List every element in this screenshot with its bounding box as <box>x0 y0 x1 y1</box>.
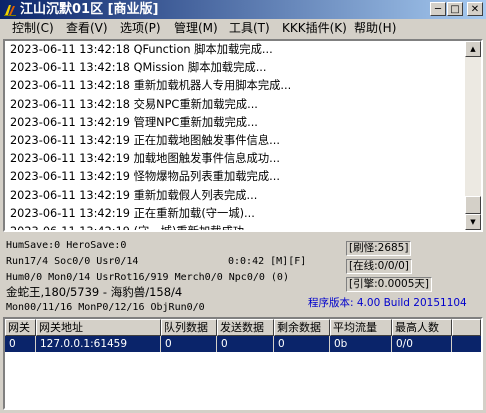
log-line: 2023-06-11 13:42:19 加载地图触发事件信息成功... <box>10 152 280 166</box>
scroll-up-icon[interactable]: ▲ <box>465 41 481 57</box>
save-status: HumSave:0 HeroSave:0 <box>6 240 127 251</box>
menu-options[interactable]: 选项(P) <box>120 19 161 38</box>
maximize-icon[interactable]: □ <box>447 2 463 16</box>
run-status: Run17/4 Soc0/0 Usr0/14 <box>6 256 139 267</box>
log-line: 2023-06-11 13:42:19 管理NPC重新加载完成... <box>10 115 258 129</box>
window-title: 江山沉默01区 [商业版] <box>20 2 159 17</box>
column-header[interactable]: 最高人数 <box>392 319 452 336</box>
app-icon <box>4 5 16 16</box>
menu-bar: 控制(C) 查看(V) 选项(P) 管理(M) 工具(T) KKK插件(K) 帮… <box>0 19 486 38</box>
menu-help[interactable]: 帮助(H) <box>354 19 396 38</box>
log-lines: 2023-06-11 13:42:18 QFunction 脚本加载完成... … <box>10 41 460 232</box>
refresh-monster-count: [刷怪:2685] <box>346 241 412 256</box>
log-line: 2023-06-11 13:42:18 QMission 脚本加载完成... <box>10 61 267 75</box>
table-cell: 0 <box>274 336 330 352</box>
log-panel[interactable]: 2023-06-11 13:42:18 QFunction 脚本加载完成... … <box>3 39 483 232</box>
column-header[interactable]: 剩余数据 <box>274 319 330 336</box>
close-icon[interactable]: ✕ <box>467 2 483 16</box>
scroll-thumb[interactable] <box>465 196 481 214</box>
log-line: 2023-06-11 13:42:19 怪物爆物品列表重加载完成... <box>10 170 280 184</box>
main-window: 江山沉默01区 [商业版] ─ □ ✕ 控制(C) 查看(V) 选项(P) 管理… <box>0 0 486 413</box>
column-header[interactable]: 网关地址 <box>36 319 161 336</box>
table-row[interactable]: 0 127.0.0.1:61459 0 0 0 0b 0/0 <box>5 336 481 352</box>
log-line: 2023-06-11 13:42:19 重新加载假人列表完成... <box>10 188 258 202</box>
monster-status: Mon00/11/16 MonP0/12/16 ObjRun0/0 <box>6 302 205 313</box>
uptime-timer: 0:0:42 [M][F] <box>228 256 307 267</box>
log-scrollbar[interactable]: ▲ ▼ <box>465 41 481 230</box>
log-line: 2023-06-11 13:42:18 交易NPC重新加载完成... <box>10 97 258 111</box>
table-cell: 127.0.0.1:61459 <box>36 336 161 352</box>
menu-tools[interactable]: 工具(T) <box>229 19 270 38</box>
log-line: 2023-06-11 13:42:19 正在重新加载(守一城)... <box>10 206 255 220</box>
column-header[interactable]: 发送数据 <box>217 319 274 336</box>
log-line: 2023-06-11 13:42:18 QFunction 脚本加载完成... <box>10 43 273 56</box>
online-count: [在线:0/0/0] <box>346 259 412 274</box>
minimize-icon[interactable]: ─ <box>430 2 446 16</box>
scroll-down-icon[interactable]: ▼ <box>465 214 481 230</box>
object-counts: Hum0/0 Mon0/14 UsrRot16/919 Merch0/0 Npc… <box>6 272 289 283</box>
engine-time: [引擎:0.0005天] <box>346 277 432 292</box>
table-cell: 0 <box>217 336 274 352</box>
program-version: 程序版本: 4.00 Build 20151104 <box>308 297 467 309</box>
menu-control[interactable]: 控制(C) <box>12 19 54 38</box>
menu-view[interactable]: 查看(V) <box>66 19 108 38</box>
log-line: 2023-06-11 13:42:19 正在加载地图触发事件信息... <box>10 133 280 147</box>
table-cell: 0 <box>5 336 36 352</box>
boss-status: 金蛇王,180/5739 - 海豹兽/158/4 <box>6 285 183 299</box>
menu-manage[interactable]: 管理(M) <box>174 19 218 38</box>
table-cell: 0 <box>161 336 217 352</box>
log-line: 2023-06-11 13:42:18 重新加载机器人专用脚本完成... <box>10 79 292 93</box>
column-header[interactable]: 队列数据 <box>161 319 217 336</box>
log-line: 2023-06-11 13:42:19 (守一城)重新加载成功... <box>10 224 255 232</box>
table-cell: 0/0 <box>392 336 452 352</box>
column-header-filler <box>452 319 481 336</box>
title-bar[interactable]: 江山沉默01区 [商业版] ─ □ ✕ <box>0 0 486 20</box>
column-header[interactable]: 网关 <box>5 319 36 336</box>
gateway-table[interactable]: 网关 网关地址 队列数据 发送数据 剩余数据 平均流量 最高人数 0 127.0… <box>3 317 483 410</box>
table-cell: 0b <box>330 336 392 352</box>
menu-kkk-plugin[interactable]: KKK插件(K) <box>282 19 347 38</box>
column-header[interactable]: 平均流量 <box>330 319 392 336</box>
